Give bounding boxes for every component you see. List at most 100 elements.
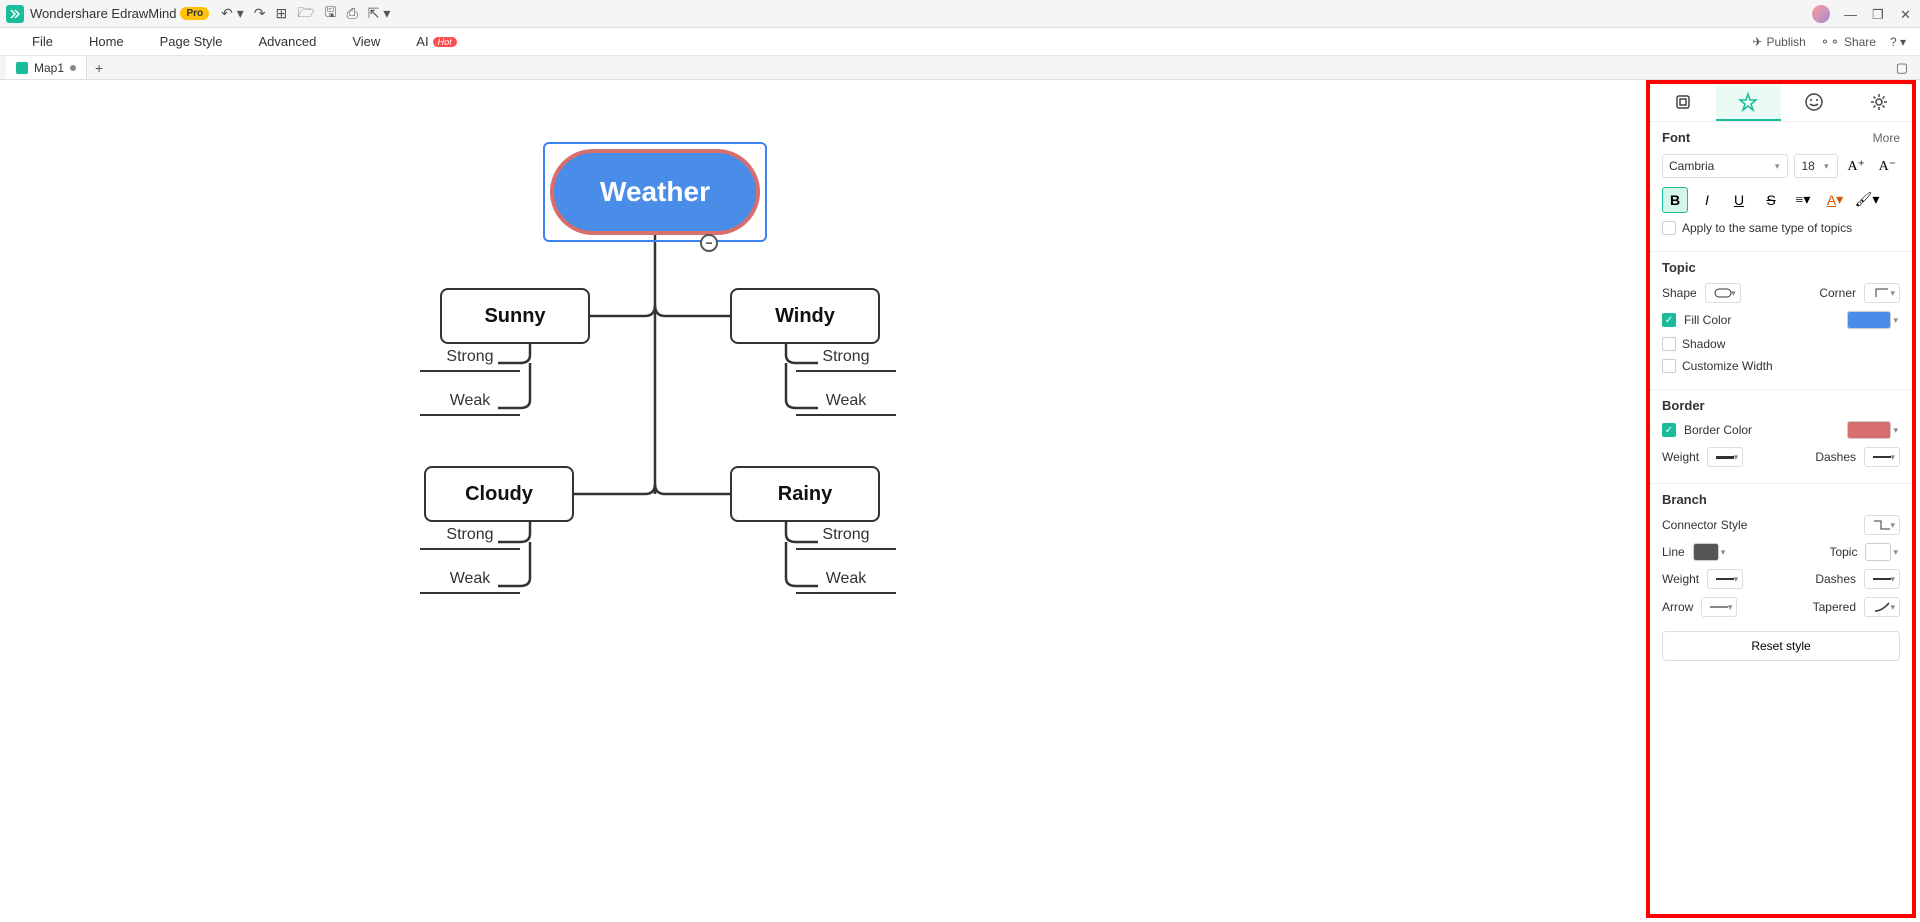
customize-width-checkbox[interactable] [1662,359,1676,373]
panel-tab-style[interactable] [1716,84,1782,121]
new-icon[interactable]: ⊞ [276,5,288,22]
apply-same-checkbox[interactable] [1662,221,1676,235]
branch-arrow-select[interactable]: ▾ [1701,597,1737,617]
pro-badge: Pro [180,7,209,20]
redo-icon[interactable]: ↷ [254,5,266,22]
border-title: Border [1662,398,1705,413]
titlebar-right: — ❐ ✕ [1812,5,1914,23]
reset-style-button[interactable]: Reset style [1662,631,1900,661]
open-icon[interactable]: 🗁 [297,2,314,26]
highlight-button[interactable]: 🖌▾ [1854,187,1880,213]
node-sunny[interactable]: Sunny [440,288,590,344]
branch-title: Branch [1662,492,1707,507]
font-more[interactable]: More [1873,131,1900,145]
export-icon[interactable]: ⇱ ▾ [368,5,391,22]
menu-page-style[interactable]: Page Style [142,34,241,49]
panel-tab-layout[interactable] [1650,84,1716,121]
central-topic[interactable]: Weather [550,149,760,235]
panel-tab-icons[interactable] [1781,84,1847,121]
panel-tab-settings[interactable] [1847,84,1913,121]
minimize-icon[interactable]: — [1844,7,1858,21]
leaf-windy-strong[interactable]: Strong [796,348,896,372]
font-size-select[interactable]: 18▾ [1794,154,1837,178]
maximize-icon[interactable]: ❐ [1872,7,1886,21]
border-dashes-select[interactable]: ▾ [1864,447,1900,467]
leaf-windy-weak[interactable]: Weak [796,392,896,416]
font-family-select[interactable]: Cambria▾ [1662,154,1788,178]
panel-toggle-icon[interactable]: ▢ [1896,60,1914,76]
fill-color-label: Fill Color [1684,313,1731,327]
central-topic-label: Weather [600,176,710,208]
avatar[interactable] [1812,5,1830,23]
share-button[interactable]: ⚬⚬ Share [1820,35,1876,49]
strikethrough-button[interactable]: S [1758,187,1784,213]
font-title: Font [1662,130,1690,145]
section-font: Font More Cambria▾ 18▾ A⁺ A⁻ B I U S ≡▾ … [1650,122,1912,252]
tab-icon [16,62,28,74]
bold-button[interactable]: B [1662,187,1688,213]
quick-tools: ↶ ▾ ↷ ⊞ 🗁 🖫 ⎙ ⇱ ▾ [221,2,390,26]
node-windy[interactable]: Windy [730,288,880,344]
leaf-cloudy-weak[interactable]: Weak [420,570,520,594]
menu-view[interactable]: View [334,34,398,49]
underline-button[interactable]: U [1726,187,1752,213]
apply-same-label: Apply to the same type of topics [1682,221,1852,235]
menu-file[interactable]: File [14,34,71,49]
italic-button[interactable]: I [1694,187,1720,213]
shadow-checkbox[interactable] [1662,337,1676,351]
branch-weight-label: Weight [1662,572,1699,586]
border-color-label: Border Color [1684,423,1752,437]
branch-dashes-select[interactable]: ▾ [1864,569,1900,589]
connector-style-label: Connector Style [1662,518,1747,532]
menu-advanced[interactable]: Advanced [241,34,335,49]
branch-tapered-label: Tapered [1813,600,1856,614]
border-color-checkbox[interactable]: ✓ [1662,423,1676,437]
publish-button[interactable]: ✈ Publish [1752,35,1805,49]
canvas[interactable]: Weather − Sunny Windy Cloudy Rainy Stron… [0,80,1640,922]
panel-tabs [1650,84,1912,122]
hot-badge: Hot [433,37,457,47]
corner-select[interactable]: ▾ [1864,283,1900,303]
save-icon[interactable]: 🖫 [325,2,337,26]
fill-color-checkbox[interactable]: ✓ [1662,313,1676,327]
font-increase-icon[interactable]: A⁺ [1844,153,1869,179]
border-color-swatch[interactable]: ▾ [1847,421,1900,439]
font-decrease-icon[interactable]: A⁻ [1875,153,1900,179]
tab-map1[interactable]: Map1 [6,56,87,79]
tab-label: Map1 [34,61,64,75]
branch-topic-swatch[interactable]: ▾ [1865,543,1900,561]
print-icon[interactable]: ⎙ [347,5,358,22]
topic-title: Topic [1662,260,1696,275]
app-logo [6,5,24,23]
menubar-right: ✈ Publish ⚬⚬ Share ? ▾ [1752,35,1906,49]
undo-icon[interactable]: ↶ ▾ [221,5,244,22]
font-color-button[interactable]: A▾ [1822,187,1848,213]
menu-home[interactable]: Home [71,34,142,49]
border-dashes-label: Dashes [1815,450,1856,464]
node-rainy[interactable]: Rainy [730,466,880,522]
connector-style-select[interactable]: ▾ [1864,515,1900,535]
fill-color-swatch[interactable]: ▾ [1847,311,1900,329]
collapse-icon[interactable]: − [700,234,718,252]
node-cloudy[interactable]: Cloudy [424,466,574,522]
right-panel: Font More Cambria▾ 18▾ A⁺ A⁻ B I U S ≡▾ … [1646,80,1916,918]
leaf-cloudy-strong[interactable]: Strong [420,526,520,550]
leaf-rainy-weak[interactable]: Weak [796,570,896,594]
branch-weight-select[interactable]: ▾ [1707,569,1743,589]
shape-label: Shape [1662,286,1697,300]
help-icon[interactable]: ? ▾ [1890,35,1906,49]
border-weight-select[interactable]: ▾ [1707,447,1743,467]
close-icon[interactable]: ✕ [1900,7,1914,21]
section-topic: Topic Shape ▾ Corner ▾ ✓ Fill Color ▾ Sh… [1650,252,1912,390]
leaf-sunny-strong[interactable]: Strong [420,348,520,372]
menu-ai[interactable]: AI Hot [398,34,474,49]
leaf-rainy-strong[interactable]: Strong [796,526,896,550]
tab-add[interactable]: + [87,60,111,76]
align-button[interactable]: ≡▾ [1790,187,1816,213]
shape-select[interactable]: ▾ [1705,283,1741,303]
leaf-sunny-weak[interactable]: Weak [420,392,520,416]
branch-line-label: Line [1662,545,1685,559]
menubar: File Home Page Style Advanced View AI Ho… [0,28,1920,56]
branch-line-swatch[interactable]: ▾ [1693,543,1728,561]
branch-tapered-select[interactable]: ▾ [1864,597,1900,617]
